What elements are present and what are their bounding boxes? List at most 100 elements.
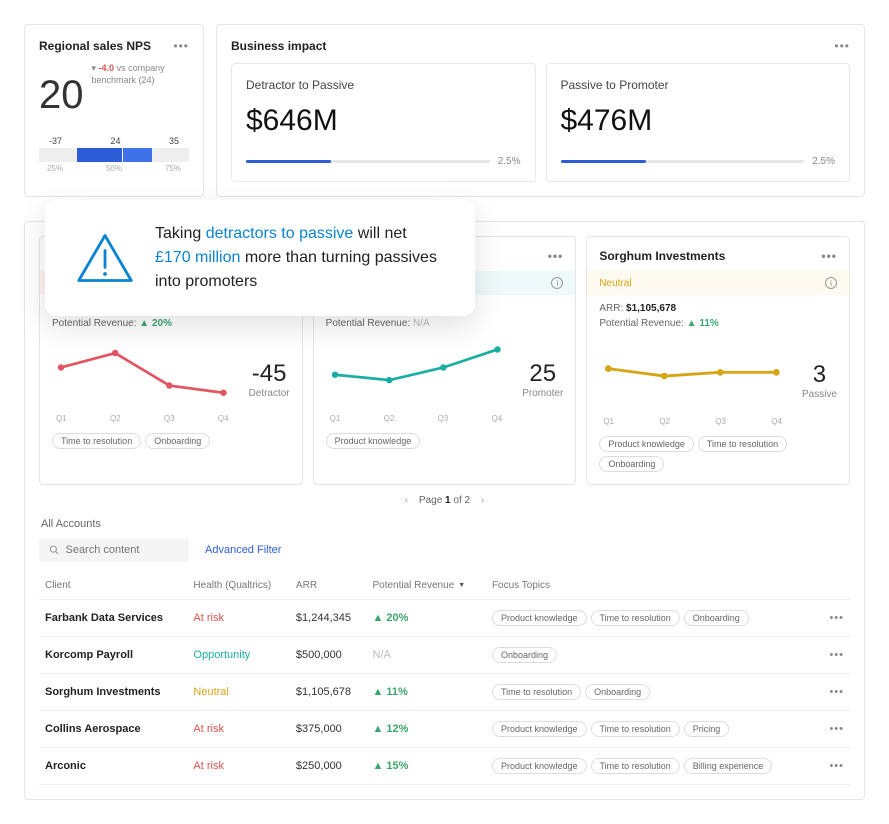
- cell-health: At risk: [187, 747, 290, 784]
- nps-bar: [39, 148, 189, 162]
- more-icon[interactable]: •••: [834, 39, 850, 53]
- all-accounts-label: All Accounts: [41, 518, 850, 530]
- nps-label: Promoter: [522, 388, 563, 399]
- row-more-icon[interactable]: •••: [820, 673, 850, 710]
- passive-value: $476M: [561, 104, 836, 138]
- cell-focus: Product knowledgeTime to resolutionPrici…: [486, 710, 820, 747]
- cell-health: Opportunity: [187, 636, 290, 673]
- passive-label: Passive to Promoter: [561, 78, 836, 92]
- search-icon: [49, 544, 59, 556]
- cell-arr: $250,000: [290, 747, 367, 784]
- insight-callout: Taking detractors to passive will net £1…: [45, 200, 475, 316]
- tag[interactable]: Product knowledge: [492, 610, 587, 626]
- bar-label-high: 35: [169, 136, 179, 146]
- callout-text: Taking detractors to passive will net £1…: [155, 222, 445, 294]
- cell-health: At risk: [187, 710, 290, 747]
- cell-client: Korcomp Payroll: [39, 636, 187, 673]
- account-title: Sorghum Investments: [599, 249, 725, 263]
- cell-arr: $1,105,678: [290, 673, 367, 710]
- bar-label-low: -37: [49, 136, 62, 146]
- row-more-icon[interactable]: •••: [820, 599, 850, 636]
- account-tags: Product knowledgeTime to resolution Onboa…: [599, 436, 837, 472]
- tag[interactable]: Time to resolution: [591, 610, 680, 626]
- account-card[interactable]: Sorghum Investments ••• Neutral i ARR: $…: [586, 236, 850, 485]
- impact-card: Business impact ••• Detractor to Passive…: [216, 24, 865, 197]
- tag[interactable]: Time to resolution: [492, 684, 581, 700]
- impact-title: Business impact: [231, 39, 326, 53]
- bar-label-mid: 24: [110, 136, 120, 146]
- tag[interactable]: Onboarding: [684, 610, 749, 626]
- col-health[interactable]: Health (Qualtrics): [187, 572, 290, 600]
- table-row[interactable]: Sorghum InvestmentsNeutral$1,105,678▲ 11…: [39, 673, 850, 710]
- cell-focus: Product knowledgeTime to resolutionOnboa…: [486, 599, 820, 636]
- nps-delta: ▾ -4.0 vs company benchmark (24): [92, 63, 190, 86]
- nps-score: 3: [802, 361, 837, 389]
- col-arr[interactable]: ARR: [290, 572, 367, 600]
- tag[interactable]: Billing experience: [684, 758, 773, 774]
- cell-focus: Product knowledgeTime to resolutionBilli…: [486, 747, 820, 784]
- cell-client: Farbank Data Services: [39, 599, 187, 636]
- passive-pct: 2.5%: [812, 156, 835, 167]
- search-box[interactable]: [39, 538, 189, 562]
- cell-health: Neutral: [187, 673, 290, 710]
- more-icon[interactable]: •••: [548, 249, 564, 263]
- table-row[interactable]: Collins AerospaceAt risk$375,000▲ 12%Pro…: [39, 710, 850, 747]
- tag[interactable]: Product knowledge: [326, 433, 421, 449]
- pager: ‹ Page 1 of 2 ›: [39, 495, 850, 506]
- tag[interactable]: Product knowledge: [599, 436, 694, 452]
- more-icon[interactable]: •••: [821, 249, 837, 263]
- detractor-subcard: Detractor to Passive $646M 2.5%: [231, 63, 536, 182]
- status-badge: Neutral: [599, 278, 631, 289]
- cell-health: At risk: [187, 599, 290, 636]
- cell-potential: ▲ 12%: [366, 710, 485, 747]
- trend-chart: [326, 335, 507, 407]
- passive-subcard: Passive to Promoter $476M 2.5%: [546, 63, 851, 182]
- table-row[interactable]: Farbank Data ServicesAt risk$1,244,345▲ …: [39, 599, 850, 636]
- row-more-icon[interactable]: •••: [820, 747, 850, 784]
- search-input[interactable]: [65, 544, 179, 556]
- nps-score: 25: [522, 360, 563, 388]
- cell-potential: N/A: [366, 636, 485, 673]
- detractor-pct: 2.5%: [498, 156, 521, 167]
- tag[interactable]: Onboarding: [585, 684, 650, 700]
- row-more-icon[interactable]: •••: [820, 710, 850, 747]
- nps-label: Detractor: [249, 388, 290, 399]
- tag[interactable]: Time to resolution: [591, 758, 680, 774]
- trend-chart: [599, 335, 786, 410]
- nps-score: 20: [39, 73, 84, 118]
- advanced-filter-link[interactable]: Advanced Filter: [205, 544, 281, 556]
- tag[interactable]: Onboarding: [492, 647, 557, 663]
- col-focus[interactable]: Focus Topics: [486, 572, 820, 600]
- cell-client: Collins Aerospace: [39, 710, 187, 747]
- info-icon[interactable]: i: [825, 277, 837, 289]
- detractor-value: $646M: [246, 104, 521, 138]
- row-more-icon[interactable]: •••: [820, 636, 850, 673]
- cell-client: Arconic: [39, 747, 187, 784]
- detractor-label: Detractor to Passive: [246, 78, 521, 92]
- col-client[interactable]: Client: [39, 572, 187, 600]
- tag[interactable]: Time to resolution: [52, 433, 141, 449]
- tag[interactable]: Pricing: [684, 721, 730, 737]
- pager-next[interactable]: ›: [473, 495, 492, 506]
- table-row[interactable]: Korcomp PayrollOpportunity$500,000N/A Onb…: [39, 636, 850, 673]
- pager-prev[interactable]: ‹: [397, 495, 416, 506]
- tag[interactable]: Time to resolution: [698, 436, 787, 452]
- nps-label: Passive: [802, 389, 837, 400]
- tag[interactable]: Onboarding: [145, 433, 210, 449]
- tag[interactable]: Onboarding: [599, 456, 664, 472]
- cell-potential: ▲ 11%: [366, 673, 485, 710]
- cell-client: Sorghum Investments: [39, 673, 187, 710]
- table-row[interactable]: ArconicAt risk$250,000▲ 15%Product knowl…: [39, 747, 850, 784]
- more-icon[interactable]: •••: [173, 39, 189, 53]
- cell-arr: $500,000: [290, 636, 367, 673]
- info-icon[interactable]: i: [551, 277, 563, 289]
- tag[interactable]: Product knowledge: [492, 721, 587, 737]
- cell-focus: Time to resolutionOnboarding: [486, 673, 820, 710]
- sort-desc-icon: ▼: [458, 582, 465, 589]
- cell-arr: $1,244,345: [290, 599, 367, 636]
- tag[interactable]: Product knowledge: [492, 758, 587, 774]
- account-tags: Product knowledge: [326, 433, 564, 449]
- tag[interactable]: Time to resolution: [591, 721, 680, 737]
- nps-score: -45: [249, 360, 290, 388]
- col-potential[interactable]: Potential Revenue ▼: [366, 572, 485, 600]
